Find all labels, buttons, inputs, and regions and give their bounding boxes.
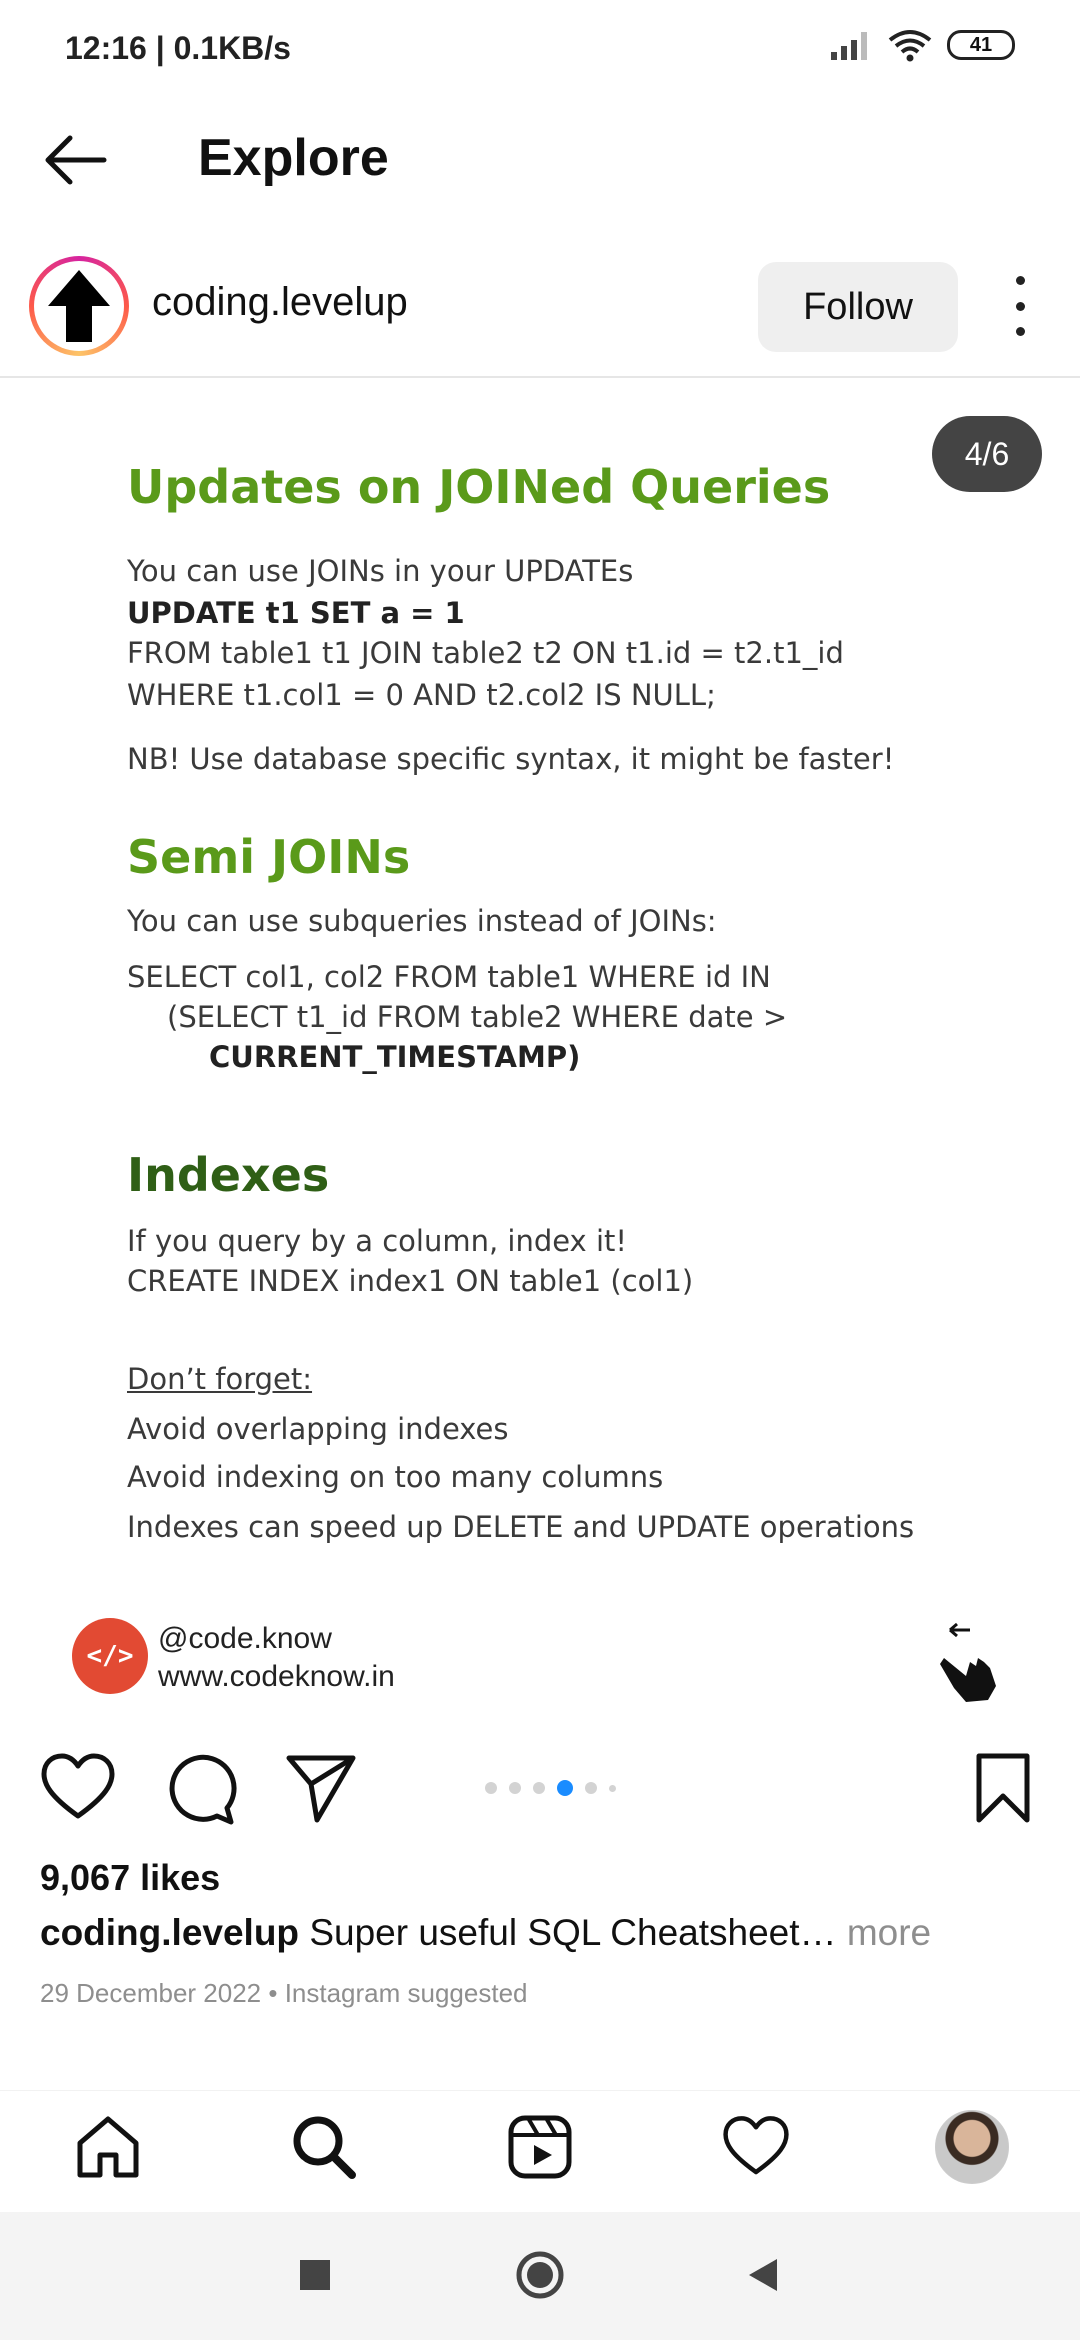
slide-line: SELECT col1, col2 FROM table1 WHERE id I… [127, 960, 771, 994]
post-actions [0, 1740, 1080, 1840]
carousel-indicator [485, 1780, 616, 1796]
bottom-nav [0, 2090, 1080, 2210]
recents-button[interactable] [290, 2250, 340, 2300]
slide-line: NB! Use database specific syntax, it mig… [127, 742, 895, 776]
post-header: coding.levelup Follow [0, 250, 1080, 378]
triangle-back-icon [749, 2259, 777, 2291]
page-title: Explore [198, 129, 389, 187]
square-icon [300, 2260, 330, 2290]
section-title: Semi JOINs [127, 830, 411, 884]
like-heart-icon[interactable] [40, 1750, 116, 1826]
post-username[interactable]: coding.levelup [152, 280, 408, 325]
brand-url: www.codeknow.in [158, 1660, 395, 1693]
share-send-icon[interactable] [283, 1750, 359, 1826]
carousel-dot [533, 1782, 545, 1794]
slide-line: FROM table1 t1 JOIN table2 t2 ON t1.id =… [127, 636, 844, 670]
carousel-dot-active [557, 1780, 573, 1796]
status-icons: 41 [829, 28, 1015, 62]
section-title: Indexes [127, 1148, 330, 1202]
nav-reels[interactable] [500, 2107, 580, 2187]
slide-line: Indexes can speed up DELETE and UPDATE o… [127, 1510, 915, 1544]
slide-line: CREATE INDEX index1 ON table1 (col1) [127, 1264, 694, 1298]
section-title: Updates on JOINed Queries [127, 460, 831, 514]
slide-line: CURRENT_TIMESTAMP) [209, 1040, 581, 1074]
profile-avatar [935, 2110, 1009, 2184]
nav-activity[interactable] [716, 2107, 796, 2187]
back-arrow-icon [45, 135, 107, 185]
swipe-hand-icon [940, 1622, 996, 1702]
more-options-icon[interactable] [1000, 276, 1040, 336]
circle-icon [516, 2251, 564, 2299]
post-caption: coding.levelup Super useful SQL Cheatshe… [40, 1912, 931, 1954]
back-button[interactable] [40, 130, 110, 190]
reels-icon [508, 2115, 572, 2179]
home-system-button[interactable] [515, 2250, 565, 2300]
slide-line: You can use JOINs in your UPDATEs [127, 554, 634, 588]
caption-text: Super useful SQL Cheatsheet… [309, 1912, 837, 1953]
nav-home[interactable] [68, 2107, 148, 2187]
search-icon [293, 2116, 356, 2179]
activity-heart-icon [723, 2116, 789, 2175]
caption-more-link[interactable]: more [847, 1912, 931, 1953]
wifi-icon [888, 30, 932, 62]
slide-line: If you query by a column, index it! [127, 1224, 627, 1258]
system-nav-bar [0, 2212, 1080, 2340]
nav-profile[interactable] [932, 2107, 1012, 2187]
home-icon [77, 2116, 139, 2178]
nav-search[interactable] [284, 2107, 364, 2187]
slide-line: Avoid indexing on too many columns [127, 1460, 664, 1494]
status-bar: 12:16 | 0.1KB/s 41 [0, 0, 1080, 100]
post-meta: 29 December 2022 • Instagram suggested [40, 1978, 528, 2008]
top-header: Explore [0, 110, 1080, 210]
follow-button[interactable]: Follow [758, 262, 958, 352]
status-time: 12:16 | 0.1KB/s [65, 30, 291, 66]
caption-username[interactable]: coding.levelup [40, 1912, 299, 1953]
brand-handle: @code.know [158, 1622, 332, 1655]
slide-line: WHERE t1.col1 = 0 AND t2.col2 IS NULL; [127, 678, 716, 712]
carousel-dot [585, 1782, 597, 1794]
post-avatar[interactable] [29, 256, 129, 356]
slide-line: UPDATE t1 SET a = 1 [127, 596, 465, 630]
code-logo-icon: </> [72, 1618, 148, 1694]
save-bookmark-icon[interactable] [965, 1750, 1041, 1826]
carousel-dot [485, 1782, 497, 1794]
up-arrow-logo-icon [48, 270, 110, 342]
signal-icon [831, 32, 867, 60]
brand-text: @code.know www.codeknow.in [158, 1620, 395, 1696]
back-system-button[interactable] [738, 2250, 788, 2300]
slide-counter: 4/6 [932, 416, 1042, 492]
slide-line: Avoid overlapping indexes [127, 1412, 509, 1446]
post-image[interactable]: 4/6 Updates on JOINed Queries You can us… [0, 378, 1080, 1718]
slide-line: You can use subqueries instead of JOINs: [127, 904, 717, 938]
slide-line: (SELECT t1_id FROM table2 WHERE date > [167, 1000, 788, 1034]
slide-line: Don’t forget: [127, 1362, 313, 1396]
carousel-dot [609, 1784, 616, 1792]
carousel-dot [509, 1782, 521, 1794]
battery-icon: 41 [947, 30, 1015, 60]
likes-count[interactable]: 9,067 likes [40, 1857, 220, 1899]
comment-icon[interactable] [161, 1750, 237, 1826]
